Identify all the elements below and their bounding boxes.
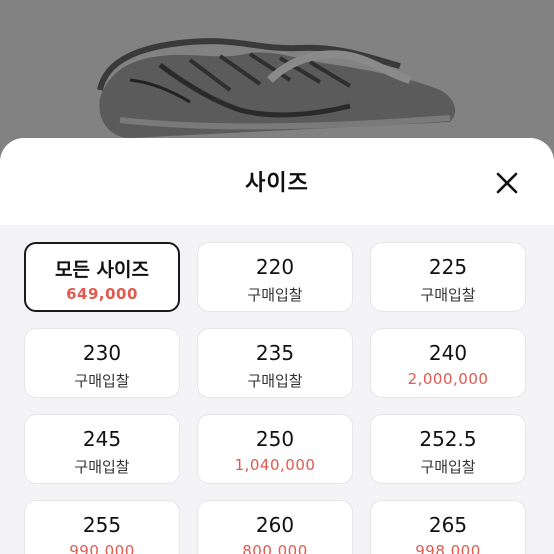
- size-option-255[interactable]: 255 990,000: [24, 500, 180, 554]
- size-label: 252.5: [419, 427, 477, 451]
- size-sub: 800,000: [242, 542, 308, 554]
- size-sub: 구매입찰: [247, 372, 303, 390]
- size-sub: 구매입찰: [74, 458, 130, 476]
- size-sub: 구매입찰: [420, 458, 476, 476]
- size-option-252-5[interactable]: 252.5 구매입찰: [370, 414, 526, 484]
- size-option-250[interactable]: 250 1,040,000: [197, 414, 353, 484]
- size-label: 225: [428, 255, 468, 279]
- size-option-220[interactable]: 220 구매입찰: [197, 242, 353, 312]
- size-bottom-sheet: 사이즈 모든 사이즈 649,000 220 구매입찰 225 구매입찰 230…: [0, 138, 554, 554]
- size-label: 250: [255, 427, 295, 451]
- size-sub: 998,000: [415, 542, 481, 554]
- close-button[interactable]: [488, 164, 526, 202]
- size-label: 265: [428, 513, 468, 537]
- size-label: 모든 사이즈: [54, 259, 149, 281]
- size-label: 220: [255, 255, 295, 279]
- size-label: 245: [82, 427, 122, 451]
- size-label: 240: [428, 341, 468, 365]
- size-option-245[interactable]: 245 구매입찰: [24, 414, 180, 484]
- size-option-240[interactable]: 240 2,000,000: [370, 328, 526, 398]
- size-sub: 649,000: [66, 285, 138, 303]
- close-icon: [496, 172, 518, 194]
- size-option-265[interactable]: 265 998,000: [370, 500, 526, 554]
- size-sub: 구매입찰: [420, 286, 476, 304]
- size-sub: 구매입찰: [247, 286, 303, 304]
- size-option-230[interactable]: 230 구매입찰: [24, 328, 180, 398]
- sheet-title: 사이즈: [245, 171, 309, 196]
- size-option-260[interactable]: 260 800,000: [197, 500, 353, 554]
- size-option-235[interactable]: 235 구매입찰: [197, 328, 353, 398]
- size-sub: 1,040,000: [234, 456, 316, 474]
- size-label: 230: [82, 341, 122, 365]
- size-label: 260: [255, 513, 295, 537]
- size-option-225[interactable]: 225 구매입찰: [370, 242, 526, 312]
- size-option-all[interactable]: 모든 사이즈 649,000: [24, 242, 180, 312]
- sheet-header: 사이즈: [0, 138, 554, 225]
- size-sub: 990,000: [69, 542, 135, 554]
- size-sub: 구매입찰: [74, 372, 130, 390]
- size-label: 235: [255, 341, 295, 365]
- size-sub: 2,000,000: [407, 370, 489, 388]
- size-label: 255: [82, 513, 122, 537]
